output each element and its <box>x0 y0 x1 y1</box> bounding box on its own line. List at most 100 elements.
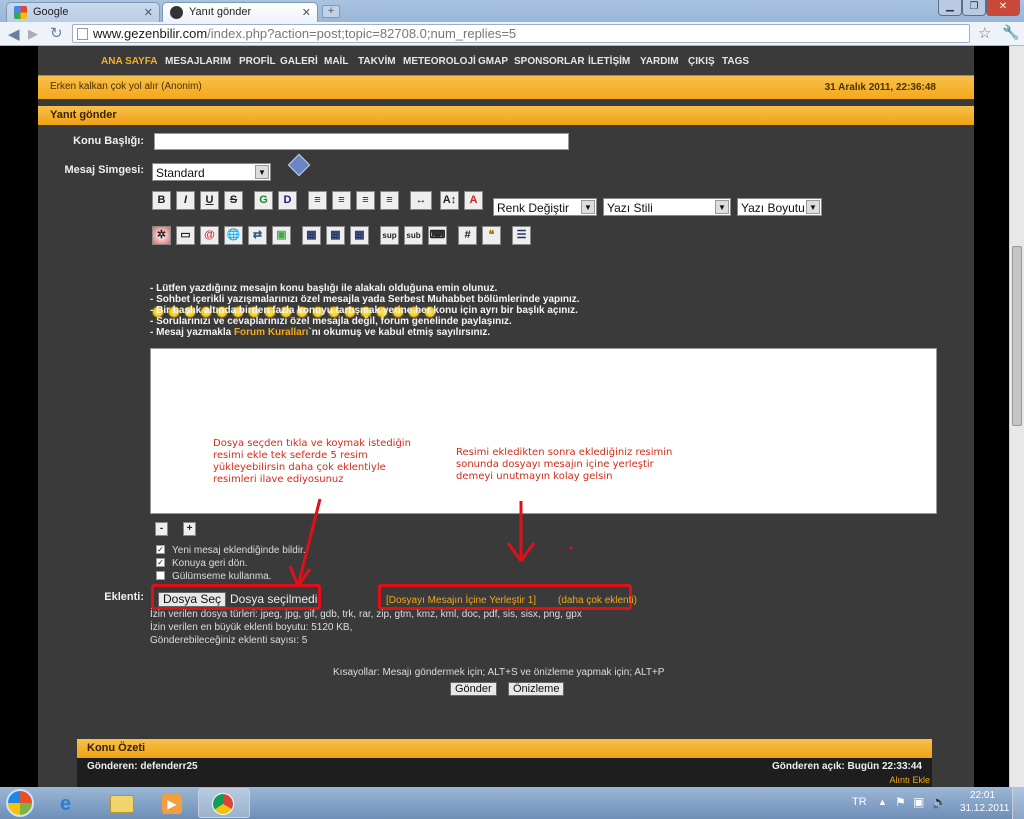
clock-date[interactable]: 31.12.2011 <box>960 803 1009 814</box>
menu-item[interactable]: ANA SAYFA <box>101 56 158 67</box>
tab-google[interactable]: Google ✕ <box>6 2 160 22</box>
menu-item[interactable]: PROFİL <box>239 56 276 67</box>
message-icon-preview <box>287 153 311 177</box>
close-icon[interactable]: ✕ <box>144 6 153 19</box>
quote-link[interactable]: Alıntı Ekle <box>889 775 930 785</box>
back-icon[interactable]: ◀ <box>8 25 20 43</box>
menu-item[interactable]: İLETİŞİM <box>588 56 630 67</box>
color-select[interactable]: Renk Değiştir ▼ <box>493 198 597 216</box>
size-select[interactable]: Yazı Boyutu ▼ <box>737 198 822 216</box>
scrollbar[interactable] <box>1009 46 1024 787</box>
ftp-icon[interactable]: ⇄ <box>248 226 267 245</box>
start-button[interactable] <box>0 788 40 818</box>
forward-icon[interactable]: ▶ <box>28 26 38 42</box>
volume-icon[interactable]: 🔈 <box>932 795 947 809</box>
taskbar: e ▶ TR ▲ ⚑ ▣ 🔈 22:01 31.12.2011 <box>0 787 1024 819</box>
image-icon[interactable]: ▭ <box>176 226 195 245</box>
link-icon[interactable]: 🌐 <box>224 226 243 245</box>
minimize-button[interactable]: ▁ <box>938 0 962 16</box>
reload-icon[interactable]: ↻ <box>50 24 63 42</box>
tab-title: Yanıt gönder <box>189 6 252 18</box>
icon-select[interactable]: Standard ▼ <box>152 163 271 181</box>
tab-strip: Google ✕ Yanıt gönder ✕ + ▁ ❐ ✕ <box>0 0 1024 22</box>
align-left-icon[interactable]: ≡ <box>308 191 327 210</box>
menu-item[interactable]: TAGS <box>722 56 749 67</box>
new-tab-button[interactable]: + <box>322 5 340 18</box>
media-taskbar-button[interactable]: ▶ <box>148 788 196 818</box>
menu-item[interactable]: MESAJLARIM <box>165 56 231 67</box>
network-icon[interactable]: ▣ <box>913 795 924 809</box>
more-attachments-link[interactable]: (daha çok eklenti) <box>558 595 637 606</box>
teletype-icon[interactable]: ⌨ <box>428 226 447 245</box>
show-desktop-button[interactable] <box>1012 787 1024 819</box>
code-icon[interactable]: # <box>458 226 477 245</box>
flash-icon[interactable]: ✲ <box>152 226 171 245</box>
choose-file-button[interactable]: Dosya Seç <box>158 592 227 607</box>
menu-item[interactable]: SPONSORLAR <box>514 56 585 67</box>
align-center-icon[interactable]: ≡ <box>356 191 375 210</box>
superscript-icon[interactable]: sup <box>380 226 399 245</box>
table-cell-icon[interactable]: ▦ <box>350 226 369 245</box>
message-textarea[interactable] <box>150 348 937 514</box>
allowed-types: İzin verilen dosya türleri: jpeg, jpg, g… <box>150 609 582 620</box>
language-indicator[interactable]: TR <box>852 796 867 808</box>
notify-checkbox[interactable]: ✓ <box>156 545 165 554</box>
menu-item[interactable]: ÇIKIŞ <box>688 56 715 67</box>
table-row-icon[interactable]: ▦ <box>326 226 345 245</box>
font-size-icon[interactable]: A↕ <box>440 191 459 210</box>
menu-item[interactable]: GALERİ <box>280 56 318 67</box>
forum-rules-link[interactable]: Forum Kuralları <box>234 327 308 338</box>
close-window-button[interactable]: ✕ <box>986 0 1020 16</box>
menu-item[interactable]: GMAP <box>478 56 508 67</box>
address-bar[interactable]: www.gezenbilir.com/index.php?action=post… <box>72 24 970 43</box>
scrollbar-thumb[interactable] <box>1012 246 1022 426</box>
menu-item[interactable]: YARDIM <box>640 56 679 67</box>
navigation-bar: ◀ ▶ ↻ www.gezenbilir.com/index.php?actio… <box>0 22 1024 46</box>
ie-taskbar-button[interactable]: e <box>48 788 96 818</box>
maximize-button[interactable]: ❐ <box>962 0 986 16</box>
nosmiley-checkbox[interactable] <box>156 571 165 580</box>
flag-icon[interactable]: ⚑ <box>895 795 906 809</box>
tab-reply[interactable]: Yanıt gönder ✕ <box>162 2 318 22</box>
preview-button[interactable]: Önizleme <box>508 682 565 696</box>
clock-time[interactable]: 22:01 <box>970 790 995 801</box>
quote-icon[interactable]: ❝ <box>482 226 501 245</box>
insert-image-icon[interactable]: ▣ <box>272 226 291 245</box>
annotation-arrows <box>288 498 573 587</box>
glow-icon[interactable]: G <box>254 191 273 210</box>
close-icon[interactable]: ✕ <box>302 6 311 19</box>
chrome-taskbar-button[interactable] <box>198 788 250 818</box>
shrink-button[interactable]: - <box>155 522 168 536</box>
strike-button[interactable]: S <box>224 191 243 210</box>
marquee-icon[interactable]: ↔ <box>410 191 432 210</box>
align-right-icon[interactable]: ≡ <box>380 191 399 210</box>
shadow-icon[interactable]: D <box>278 191 297 210</box>
underline-button[interactable]: U <box>200 191 219 210</box>
submit-button[interactable]: Gönder <box>450 682 497 696</box>
email-icon[interactable]: @ <box>200 226 219 245</box>
annotation-right: Resimi ekledikten sonra eklediğiniz resi… <box>456 447 673 482</box>
table-icon[interactable]: ▦ <box>302 226 321 245</box>
menu-item[interactable]: TAKVİM <box>358 56 396 67</box>
rule-text: - Sorularınızı ve cevaplarınızı özel mes… <box>150 316 512 327</box>
rule-text: - Mesaj yazmakla Forum Kuralları`nı okum… <box>150 327 491 338</box>
italic-button[interactable]: I <box>176 191 195 210</box>
list-icon[interactable]: ☰ <box>512 226 531 245</box>
style-select[interactable]: Yazı Stili ▼ <box>603 198 731 216</box>
explorer-taskbar-button[interactable] <box>98 788 146 818</box>
align-pre-icon[interactable]: ≡ <box>332 191 351 210</box>
insert-into-message-link[interactable]: [Dosyayı Mesajın İçine Yerleştir 1] <box>386 595 536 606</box>
show-hidden-icons[interactable]: ▲ <box>878 797 887 807</box>
select-value: Standard <box>156 166 205 180</box>
subscript-icon[interactable]: sub <box>404 226 423 245</box>
bold-button[interactable]: B <box>152 191 171 210</box>
bookmark-star-icon[interactable]: ☆ <box>978 24 991 42</box>
return-checkbox[interactable]: ✓ <box>156 558 165 567</box>
chevron-down-icon: ▼ <box>715 200 729 214</box>
grow-button[interactable]: + <box>183 522 196 536</box>
menu-item[interactable]: METEOROLOJİ <box>403 56 476 67</box>
wrench-icon[interactable]: 🔧 <box>1002 24 1019 41</box>
subject-input[interactable] <box>154 133 569 150</box>
font-color-icon[interactable]: A <box>464 191 483 210</box>
menu-item[interactable]: MAİL <box>324 56 348 67</box>
